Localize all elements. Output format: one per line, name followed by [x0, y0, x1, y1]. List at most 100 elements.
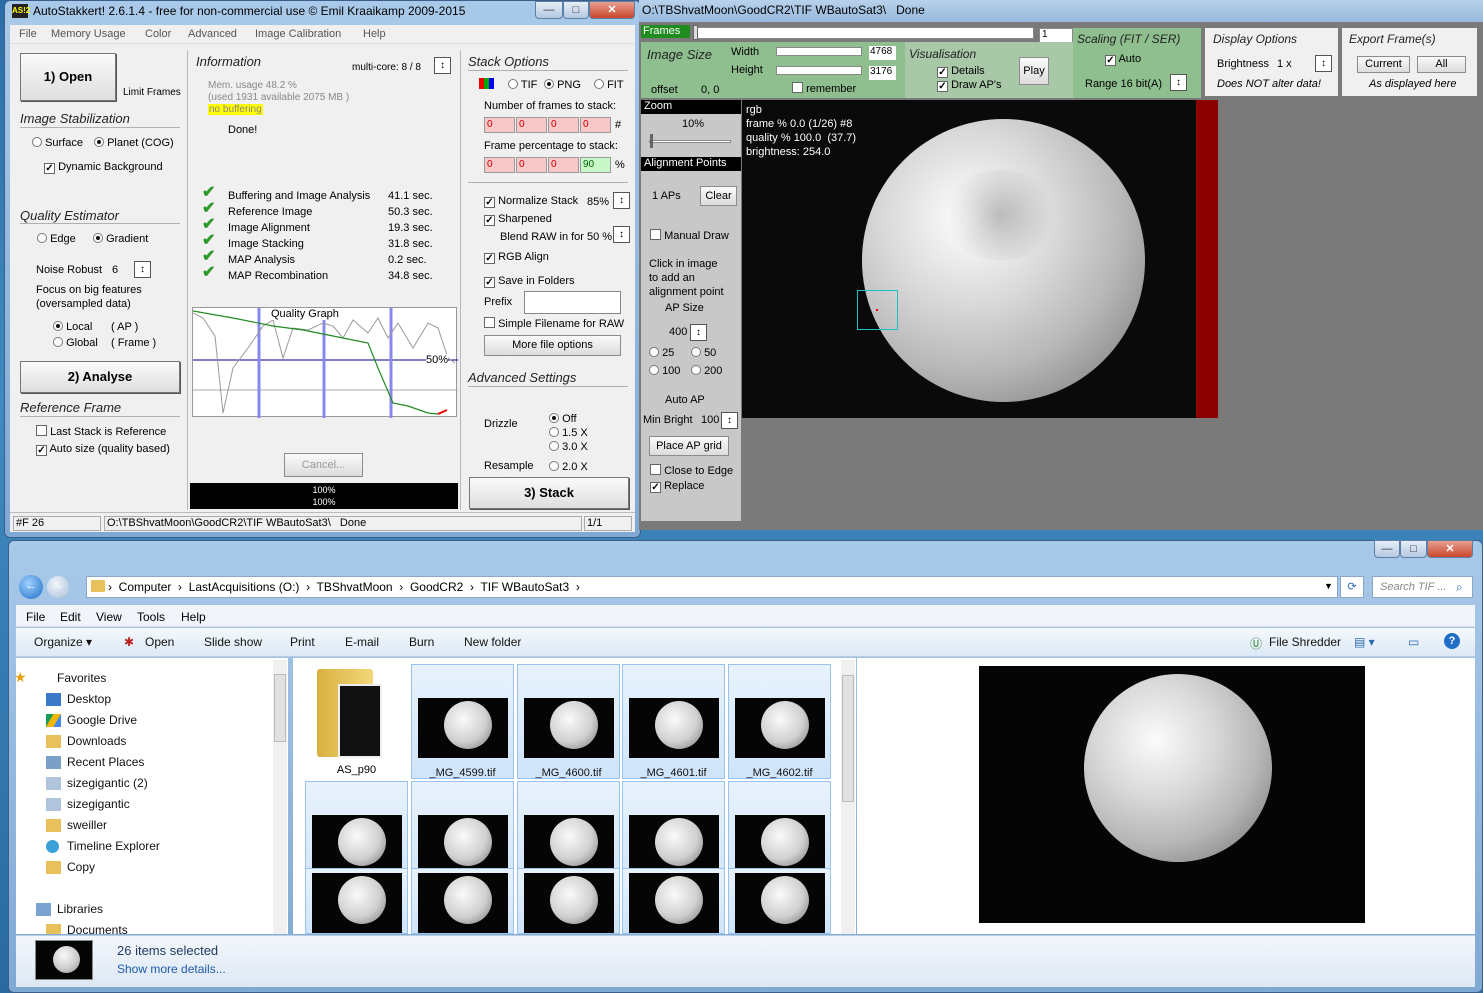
clear-aps-button[interactable]: Clear [700, 186, 737, 206]
menu-advanced[interactable]: Advanced [188, 28, 237, 40]
explorer-close-button[interactable]: ✕ [1427, 540, 1473, 558]
file-thumbnail[interactable]: _MG_4601.tif [622, 664, 725, 779]
breadcrumb-drive[interactable]: LastAcquisitions (O:) [189, 580, 300, 594]
local-radio[interactable]: Local [53, 321, 92, 333]
nav-favorites[interactable]: Favorites [57, 671, 106, 685]
ap-25-radio[interactable]: 25 [649, 347, 674, 359]
prefix-input[interactable] [524, 291, 621, 314]
files-scrollbar-thumb[interactable] [842, 675, 854, 802]
num-frames-input[interactable]: 0 [516, 117, 547, 133]
address-dropdown-icon[interactable]: ▼ [1324, 581, 1333, 591]
file-thumbnail[interactable]: _MG_4599.tif [411, 664, 514, 779]
replace-checkbox[interactable]: ✓ Replace [650, 480, 704, 493]
normalize-spinner[interactable]: ↕ [613, 192, 630, 209]
print-button[interactable]: Print [290, 635, 315, 649]
nav-libraries[interactable]: Libraries [57, 902, 103, 916]
frame-pct-input-active[interactable]: 90 [580, 157, 611, 173]
menu-file[interactable]: File [19, 28, 37, 40]
stack-button[interactable]: 3) Stack [469, 477, 629, 509]
file-thumbnail[interactable] [728, 868, 831, 934]
menu-memory-usage[interactable]: Memory Usage [51, 28, 126, 40]
auto-size-checkbox[interactable]: ✓ Auto size (quality based) [36, 443, 170, 456]
folder-item[interactable]: AS_p90 [305, 664, 408, 779]
menu-help[interactable]: Help [363, 28, 386, 40]
remember-checkbox[interactable]: remember [792, 82, 856, 95]
close-button[interactable]: ✕ [589, 1, 635, 19]
height-slider[interactable] [776, 66, 862, 75]
sharpened-checkbox[interactable]: ✓ Sharpened [484, 213, 552, 226]
close-to-edge-checkbox[interactable]: Close to Edge [650, 464, 733, 477]
save-folders-checkbox[interactable]: ✓ Save in Folders [484, 275, 575, 288]
min-bright-spinner[interactable]: ↕ [721, 412, 738, 429]
edge-radio[interactable]: Edge [37, 233, 76, 245]
file-thumbnail[interactable] [411, 868, 514, 934]
num-frames-input[interactable]: 0 [580, 117, 611, 133]
maximize-button[interactable]: □ [563, 1, 589, 19]
nav-scrollbar-thumb[interactable] [274, 674, 286, 742]
breadcrumb-folder-3[interactable]: TIF WBautoSat3 [480, 580, 569, 594]
show-more-details-link[interactable]: Show more details... [117, 962, 226, 976]
menu-help[interactable]: Help [181, 610, 206, 624]
tif-radio[interactable]: TIF [508, 79, 537, 91]
forward-button[interactable]: → [47, 576, 69, 598]
file-thumbnail[interactable] [517, 868, 620, 934]
dynamic-background-checkbox[interactable]: ✓ Dynamic Background [44, 161, 163, 174]
breadcrumb-computer[interactable]: Computer [119, 580, 172, 594]
nav-google-drive[interactable]: Google Drive [67, 713, 137, 727]
export-current-button[interactable]: Current [1357, 56, 1410, 73]
menu-edit[interactable]: Edit [60, 610, 81, 624]
email-button[interactable]: E-mail [345, 635, 379, 649]
refresh-button[interactable]: ⟳ [1340, 576, 1364, 598]
nav-sizegigantic-2[interactable]: sizegigantic (2) [67, 776, 148, 790]
noise-robust-spinner[interactable]: ↕ [134, 261, 151, 278]
ap-100-radio[interactable]: 100 [649, 365, 680, 377]
breadcrumb-folder-1[interactable]: TBShvatMoon [317, 580, 393, 594]
burn-button[interactable]: Burn [409, 635, 434, 649]
frames-slider-thumb[interactable] [693, 25, 698, 40]
details-checkbox[interactable]: ✓ Details [937, 65, 985, 78]
minimize-button[interactable]: — [535, 1, 563, 19]
simple-filename-checkbox[interactable]: Simple Filename for RAW [484, 317, 624, 330]
menu-file[interactable]: File [26, 610, 45, 624]
nav-desktop[interactable]: Desktop [67, 692, 111, 706]
help-icon[interactable]: ? [1444, 633, 1460, 649]
breadcrumb-folder-2[interactable]: GoodCR2 [410, 580, 463, 594]
drizzle-30-radio[interactable]: 3.0 X [549, 441, 588, 453]
export-all-button[interactable]: All [1417, 56, 1466, 73]
file-thumbnail[interactable]: _MG_4600.tif [517, 664, 620, 779]
menu-color[interactable]: Color [145, 28, 171, 40]
ap-50-radio[interactable]: 50 [691, 347, 716, 359]
manual-draw-checkbox[interactable]: Manual Draw [650, 229, 729, 242]
fit-radio[interactable]: FIT [594, 79, 624, 91]
limit-frames-label[interactable]: Limit Frames [123, 87, 181, 98]
last-stack-reference-checkbox[interactable]: Last Stack is Reference [36, 425, 166, 438]
gradient-radio[interactable]: Gradient [93, 233, 148, 245]
more-file-options-button[interactable]: More file options [484, 335, 621, 356]
nav-sizegigantic[interactable]: sizegigantic [67, 797, 130, 811]
drizzle-15-radio[interactable]: 1.5 X [549, 427, 588, 439]
cancel-button[interactable]: Cancel... [284, 453, 363, 477]
slide-show-button[interactable]: Slide show [204, 635, 262, 649]
view-options-icon[interactable]: ▤ ▾ [1354, 635, 1375, 649]
blend-raw-spinner[interactable]: ↕ [613, 226, 630, 243]
open-button[interactable]: 1) Open [20, 53, 116, 101]
global-radio[interactable]: Global [53, 337, 98, 349]
menu-image-calibration[interactable]: Image Calibration [255, 28, 341, 40]
frame-pct-input[interactable]: 0 [548, 157, 579, 173]
menu-view[interactable]: View [96, 610, 122, 624]
draw-aps-checkbox[interactable]: ✓ Draw AP's [937, 79, 1001, 92]
analyse-button[interactable]: 2) Analyse [20, 361, 180, 393]
explorer-minimize-button[interactable]: — [1374, 540, 1400, 558]
png-radio[interactable]: PNG [544, 79, 581, 91]
place-ap-grid-button[interactable]: Place AP grid [649, 436, 729, 456]
nav-sweiller[interactable]: sweiller [67, 818, 107, 832]
back-button[interactable]: ← [19, 575, 43, 599]
resample-20-radio[interactable]: 2.0 X [549, 461, 588, 473]
planet-radio[interactable]: Planet (COG) [94, 137, 174, 149]
frame-pct-input[interactable]: 0 [516, 157, 547, 173]
file-thumbnail[interactable]: _MG_4602.tif [728, 664, 831, 779]
new-folder-button[interactable]: New folder [464, 635, 521, 649]
file-thumbnail[interactable] [305, 868, 408, 934]
zoom-slider[interactable] [649, 140, 731, 143]
file-shredder-button[interactable]: File Shredder [1269, 635, 1341, 649]
